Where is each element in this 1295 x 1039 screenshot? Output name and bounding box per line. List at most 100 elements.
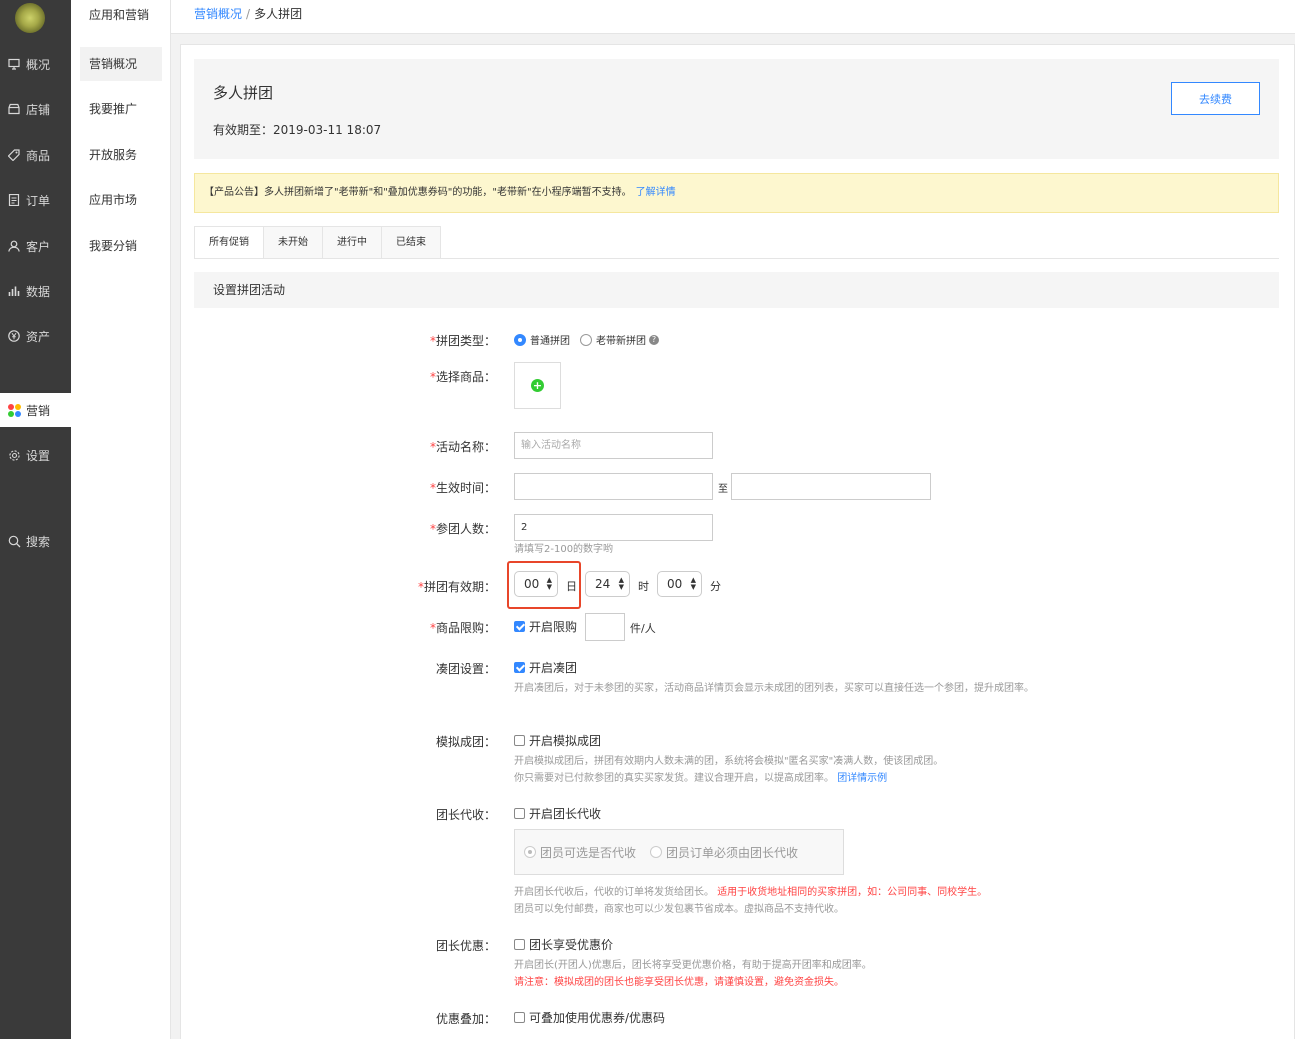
radio-normal-group[interactable]: 普通拼团 <box>514 332 570 347</box>
breadcrumb-current: 多人拼团 <box>254 7 303 21</box>
sidebar-item-orders[interactable]: 订单 <box>0 183 71 217</box>
checkbox-box <box>514 621 525 632</box>
minute-unit: 分 <box>710 580 721 593</box>
purchase-limit-control: 开启限购 <box>514 618 577 635</box>
validity-hour-select[interactable]: 24 ▲ ▼ <box>585 571 630 597</box>
radio-dot <box>650 846 663 858</box>
end-time-input[interactable] <box>731 473 931 500</box>
leader-collect-checkbox[interactable]: 开启团长代收 <box>514 805 601 822</box>
sidebar-item-label: 设置 <box>26 448 51 463</box>
subnav-item-open-services[interactable]: 开放服务 <box>80 138 162 172</box>
stepper-arrows-icon: ▲ ▼ <box>690 576 696 591</box>
gear-icon <box>7 448 21 462</box>
sidebar-item-label: 搜索 <box>26 534 51 549</box>
sidebar-item-search[interactable]: 搜索 <box>0 524 71 558</box>
leader-collect-label: 团长代收： <box>435 808 496 822</box>
hour-unit: 时 <box>638 580 649 593</box>
discount-stack-label: 优惠叠加： <box>435 1012 496 1026</box>
sidebar-item-products[interactable]: 商品 <box>0 138 71 172</box>
sidebar-item-assets[interactable]: 资产 <box>0 319 71 353</box>
monitor-icon <box>7 57 21 71</box>
makeup-group-control: 开启凑团 <box>514 659 577 676</box>
leader-discount-hint: 开启团长(开团人)优惠后，团长将享受更优惠价格，有助于提高开团率和成团率。 请注… <box>514 960 872 988</box>
purchase-limit-checkbox[interactable]: 开启限购 <box>514 618 577 635</box>
subnav-item-promote[interactable]: 我要推广 <box>80 92 162 126</box>
sidebar-item-label: 数据 <box>26 284 51 299</box>
search-icon <box>7 534 21 548</box>
sidebar-item-settings[interactable]: 设置 <box>0 438 71 472</box>
highlight-frame <box>507 561 581 609</box>
checkbox-box <box>514 808 525 819</box>
shop-logo[interactable] <box>15 3 45 33</box>
renew-button[interactable]: 去续费 <box>1171 82 1260 115</box>
group-size-label: *参团人数： <box>429 522 496 536</box>
leader-discount-checkbox[interactable]: 团长享受优惠价 <box>514 936 613 953</box>
radio-dot <box>524 846 536 858</box>
user-icon <box>7 239 21 253</box>
group-size-input[interactable]: 2 <box>514 514 713 541</box>
sidebar-item-label: 资产 <box>26 329 51 344</box>
leader-discount-control: 团长享受优惠价 <box>514 936 613 953</box>
radio-dot <box>580 333 592 346</box>
tab-ended[interactable]: 已结束 <box>382 227 441 258</box>
sidebar-item-data[interactable]: 数据 <box>0 274 71 308</box>
radio-mandatory-collect[interactable]: 团员订单必须由团长代收 <box>650 844 798 861</box>
tag-icon <box>7 148 21 162</box>
tab-all[interactable]: 所有促销 <box>195 227 264 258</box>
validity-minute-select[interactable]: 00 ▲ ▼ <box>657 571 702 597</box>
discount-stack-checkbox[interactable]: 可叠加使用优惠券/优惠码 <box>514 1009 665 1026</box>
product-label: *选择商品： <box>429 370 496 384</box>
sidebar-item-label: 概况 <box>26 57 51 72</box>
sidebar-item-label: 营销 <box>26 403 51 418</box>
validity-date: 有效期至：2019-03-11 18:07 <box>213 123 382 137</box>
activity-name-input[interactable]: 输入活动名称 <box>514 432 713 459</box>
sub-sidebar: 应用和营销 营销概况 我要推广 开放服务 应用市场 我要分销 <box>71 0 171 1039</box>
purchase-limit-input[interactable] <box>585 613 625 641</box>
tab-not-started[interactable]: 未开始 <box>264 227 323 258</box>
sub-sidebar-title: 应用和营销 <box>89 8 150 22</box>
stepper-arrows-icon: ▲ ▼ <box>618 576 624 591</box>
leader-collect-hint: 开启团长代收后，代收的订单将发货给团长。 适用于收货地址相同的买家拼团，如：公司… <box>514 887 988 915</box>
add-product-button[interactable]: + <box>514 362 561 409</box>
group-validity-label: *拼团有效期： <box>417 580 496 594</box>
radio-new-customer-group[interactable]: 老带新拼团? <box>580 332 659 347</box>
sidebar-item-label: 订单 <box>26 193 51 208</box>
effective-time-label: *生效时间： <box>429 481 496 495</box>
store-icon <box>7 102 21 116</box>
tabs-divider <box>194 258 1279 259</box>
sidebar-item-label: 店铺 <box>26 102 51 117</box>
group-detail-example-link[interactable]: 团详情示例 <box>837 773 887 784</box>
section-title: 设置拼团活动 <box>194 272 1279 308</box>
sidebar-item-label: 客户 <box>26 239 51 254</box>
discount-stack-control: 可叠加使用优惠券/优惠码 <box>514 1009 665 1026</box>
checkbox-box <box>514 662 525 673</box>
apps-dots-icon <box>7 403 21 417</box>
breadcrumb-link-marketing-overview[interactable]: 营销概况 <box>194 7 242 21</box>
main-panel: 多人拼团 有效期至：2019-03-11 18:07 去续费 【产品公告】多人拼… <box>180 44 1295 1039</box>
sidebar-item-customers[interactable]: 客户 <box>0 229 71 263</box>
notice-details-link[interactable]: 了解详情 <box>636 187 676 198</box>
sidebar-item-marketing[interactable]: 营销 <box>0 393 71 427</box>
app-header: 多人拼团 有效期至：2019-03-11 18:07 去续费 <box>194 59 1279 159</box>
start-time-input[interactable] <box>514 473 713 500</box>
subnav-item-distribution[interactable]: 我要分销 <box>80 229 162 263</box>
bar-chart-icon <box>7 284 21 298</box>
yen-coin-icon <box>7 329 21 343</box>
tab-in-progress[interactable]: 进行中 <box>323 227 382 258</box>
sidebar-item-overview[interactable]: 概况 <box>0 47 71 81</box>
makeup-group-hint: 开启凑团后，对于未参团的买家，活动商品详情页会显示未成团的团列表，买家可以直接任… <box>514 683 1034 694</box>
help-icon[interactable]: ? <box>649 334 659 345</box>
plus-icon: + <box>531 379 544 392</box>
leader-collect-options: 团员可选是否代收 团员订单必须由团长代收 <box>514 829 844 875</box>
simulate-group-hint: 开启模拟成团后，拼团有效期内人数未满的团，系统将会模拟"匿名买家"凑满人数，使该… <box>514 756 944 784</box>
subnav-item-app-market[interactable]: 应用市场 <box>80 183 162 217</box>
radio-optional-collect[interactable]: 团员可选是否代收 <box>524 844 636 861</box>
checkbox-box <box>514 735 525 746</box>
simulate-group-label: 模拟成团： <box>435 735 496 749</box>
makeup-group-checkbox[interactable]: 开启凑团 <box>514 659 577 676</box>
simulate-group-checkbox[interactable]: 开启模拟成团 <box>514 732 601 749</box>
sidebar-item-store[interactable]: 店铺 <box>0 92 71 126</box>
subnav-item-marketing-overview[interactable]: 营销概况 <box>80 47 162 81</box>
leader-collect-control: 开启团长代收 <box>514 805 601 822</box>
breadcrumb-separator: / <box>246 7 251 21</box>
